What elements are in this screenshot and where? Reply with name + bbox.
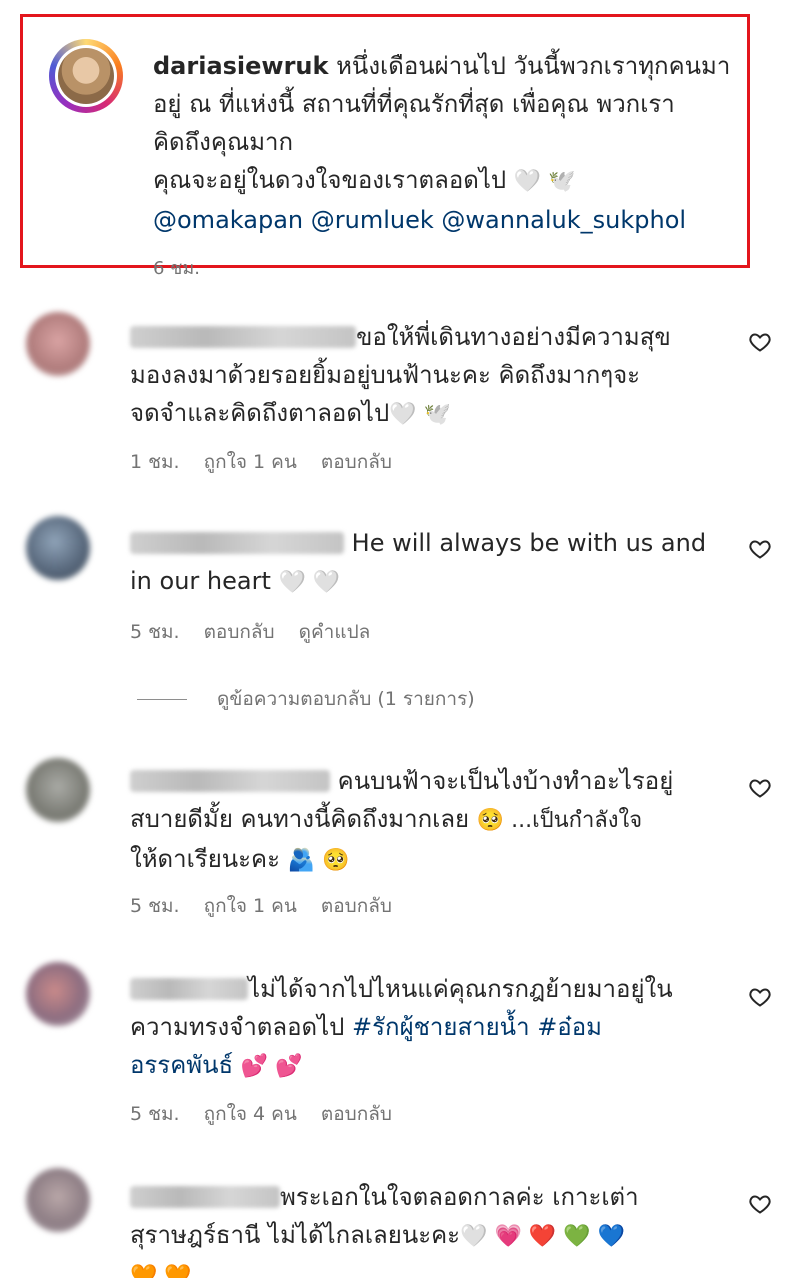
likes-count[interactable]: ถูกใจ 4 คน	[204, 1103, 297, 1125]
caption-username[interactable]: dariasiewruk	[153, 52, 328, 80]
comment-emoji: 🥺 ...เป็นกำลังใจ	[476, 808, 643, 833]
reply-button[interactable]: ตอบกลับ	[321, 451, 392, 473]
caption-emoji: 🤍 🕊️	[513, 169, 576, 194]
hashtag-link[interactable]: #อ๋อม	[537, 1013, 602, 1041]
comment-line: พระเอกในใจตลอดกาลค่ะ เกาะเต่า	[280, 1183, 639, 1211]
comment-line: สุราษฎร์ธานี ไม่ได้ไกลเลยนะคะ	[130, 1221, 461, 1249]
caption-line3: คิดถึงคุณมาก	[153, 128, 294, 156]
avatar-photo	[58, 48, 114, 104]
caption-line1: หนึ่งเดือนผ่านไป วันนี้พวกเราทุกคนมา	[328, 52, 731, 80]
comment-meta: 5 ชม. ถูกใจ 1 คน ตอบกลับ	[130, 891, 416, 921]
caption-timestamp[interactable]: 6 ชม.	[153, 253, 200, 282]
heart-icon[interactable]	[748, 776, 772, 800]
heart-icon[interactable]	[748, 330, 772, 354]
hashtag-link[interactable]: อรรคพันธ์	[130, 1051, 233, 1079]
likes-count[interactable]: ถูกใจ 1 คน	[204, 451, 297, 473]
mention-link[interactable]: @omakapan	[153, 206, 303, 234]
commenter-username-blurred[interactable]	[130, 326, 356, 348]
mention-link[interactable]: @rumluek	[311, 206, 434, 234]
comment-emoji: 🤍 💗 ❤️ 💚 💙	[460, 1224, 626, 1249]
comment-emoji: 💕 💕	[240, 1054, 303, 1079]
comment-emoji: 🤍 🕊️	[389, 402, 451, 427]
commenter-avatar[interactable]	[26, 516, 90, 580]
caption-line4: คุณจะอยู่ในดวงใจของเราตลอดไป	[153, 166, 507, 194]
likes-count[interactable]: ถูกใจ 1 คน	[204, 895, 297, 917]
caption-highlight-box: dariasiewruk หนึ่งเดือนผ่านไป วันนี้พวกเ…	[20, 14, 750, 279]
reply-button[interactable]: ตอบกลับ	[321, 1103, 392, 1125]
view-replies-label: ดูข้อความตอบกลับ (1 รายการ)	[217, 688, 475, 710]
commenter-avatar[interactable]	[26, 1168, 90, 1232]
comment-emoji: 🫂 🥺	[287, 848, 350, 873]
heart-icon[interactable]	[748, 985, 772, 1009]
comment-text: ไม่ได้จากไปไหนแค่คุณกรกฎย้ายมาอยู่ใน ควา…	[130, 970, 730, 1086]
commenter-username-blurred[interactable]	[130, 978, 248, 1000]
comment-meta: 1 ชม. ถูกใจ 1 คน ตอบกลับ	[130, 447, 416, 477]
comment-thread: dariasiewruk หนึ่งเดือนผ่านไป วันนี้พวกเ…	[0, 0, 800, 1278]
comment-line: ไม่ได้จากไปไหนแค่คุณกรกฎย้ายมาอยู่ใน	[248, 975, 673, 1003]
comment-line: มองลงมาด้วยรอยยิ้มอยู่บนฟ้านะคะ คิดถึงมา…	[130, 361, 641, 389]
caption-text: dariasiewruk หนึ่งเดือนผ่านไป วันนี้พวกเ…	[153, 47, 763, 239]
comment-line: ความทรงจำตลอดไป	[130, 1013, 345, 1041]
commenter-username-blurred[interactable]	[130, 770, 330, 792]
caption-line2: อยู่ ณ ที่แห่งนี้ สถานที่ที่คุณรักที่สุด…	[153, 90, 675, 118]
comment-timestamp[interactable]: 5 ชม.	[130, 895, 180, 917]
comment-line: ให้ดาเรียนะคะ	[130, 845, 280, 873]
comment-line: สบายดีมั้ย คนทางนี้คิดถึงมากเลย	[130, 805, 470, 833]
comment-line: ขอให้พี่เดินทางอย่างมีความสุข	[356, 323, 671, 351]
reply-button[interactable]: ตอบกลับ	[204, 621, 275, 643]
caption-avatar[interactable]	[49, 39, 123, 113]
commenter-username-blurred[interactable]	[130, 1186, 280, 1208]
commenter-avatar[interactable]	[26, 758, 90, 822]
comment-meta: 5 ชม. ถูกใจ 4 คน ตอบกลับ	[130, 1099, 416, 1129]
comment-timestamp[interactable]: 5 ชม.	[130, 621, 180, 643]
commenter-username-blurred[interactable]	[130, 532, 344, 554]
comment-line: จดจำและคิดถึงตาลอดไป	[130, 399, 390, 427]
comment-text: คนบนฟ้าจะเป็นไงบ้างทำอะไรอยู่ สบายดีมั้ย…	[130, 762, 730, 880]
comment-timestamp[interactable]: 5 ชม.	[130, 1103, 180, 1125]
comment-emoji: 🧡 🧡	[130, 1264, 192, 1278]
comment-timestamp[interactable]: 1 ชม.	[130, 451, 180, 473]
comment-text: พระเอกในใจตลอดกาลค่ะ เกาะเต่า สุราษฎร์ธา…	[130, 1178, 730, 1278]
hashtag-link[interactable]: #รักผู้ชายสายน้ำ	[352, 1013, 530, 1041]
view-replies-button[interactable]: ดูข้อความตอบกลับ (1 รายการ)	[137, 684, 475, 714]
replies-divider-line	[137, 698, 187, 700]
comment-text: ขอให้พี่เดินทางอย่างมีความสุข มองลงมาด้ว…	[130, 318, 730, 434]
comment-line: He will always be with us and	[351, 529, 707, 557]
comment-text: He will always be with us and in our hea…	[130, 524, 730, 602]
heart-icon[interactable]	[748, 537, 772, 561]
comment-emoji: 🤍 🤍	[278, 570, 341, 595]
see-translation-button[interactable]: ดูคำแปล	[299, 621, 371, 643]
reply-button[interactable]: ตอบกลับ	[321, 895, 392, 917]
heart-icon[interactable]	[748, 1192, 772, 1216]
comment-line: คนบนฟ้าจะเป็นไงบ้างทำอะไรอยู่	[337, 767, 674, 795]
commenter-avatar[interactable]	[26, 962, 90, 1026]
comment-meta: 5 ชม. ตอบกลับ ดูคำแปล	[130, 617, 394, 647]
mention-link[interactable]: @wannaluk_sukphol	[441, 206, 686, 234]
comment-line: in our heart	[130, 567, 271, 595]
commenter-avatar[interactable]	[26, 312, 90, 376]
